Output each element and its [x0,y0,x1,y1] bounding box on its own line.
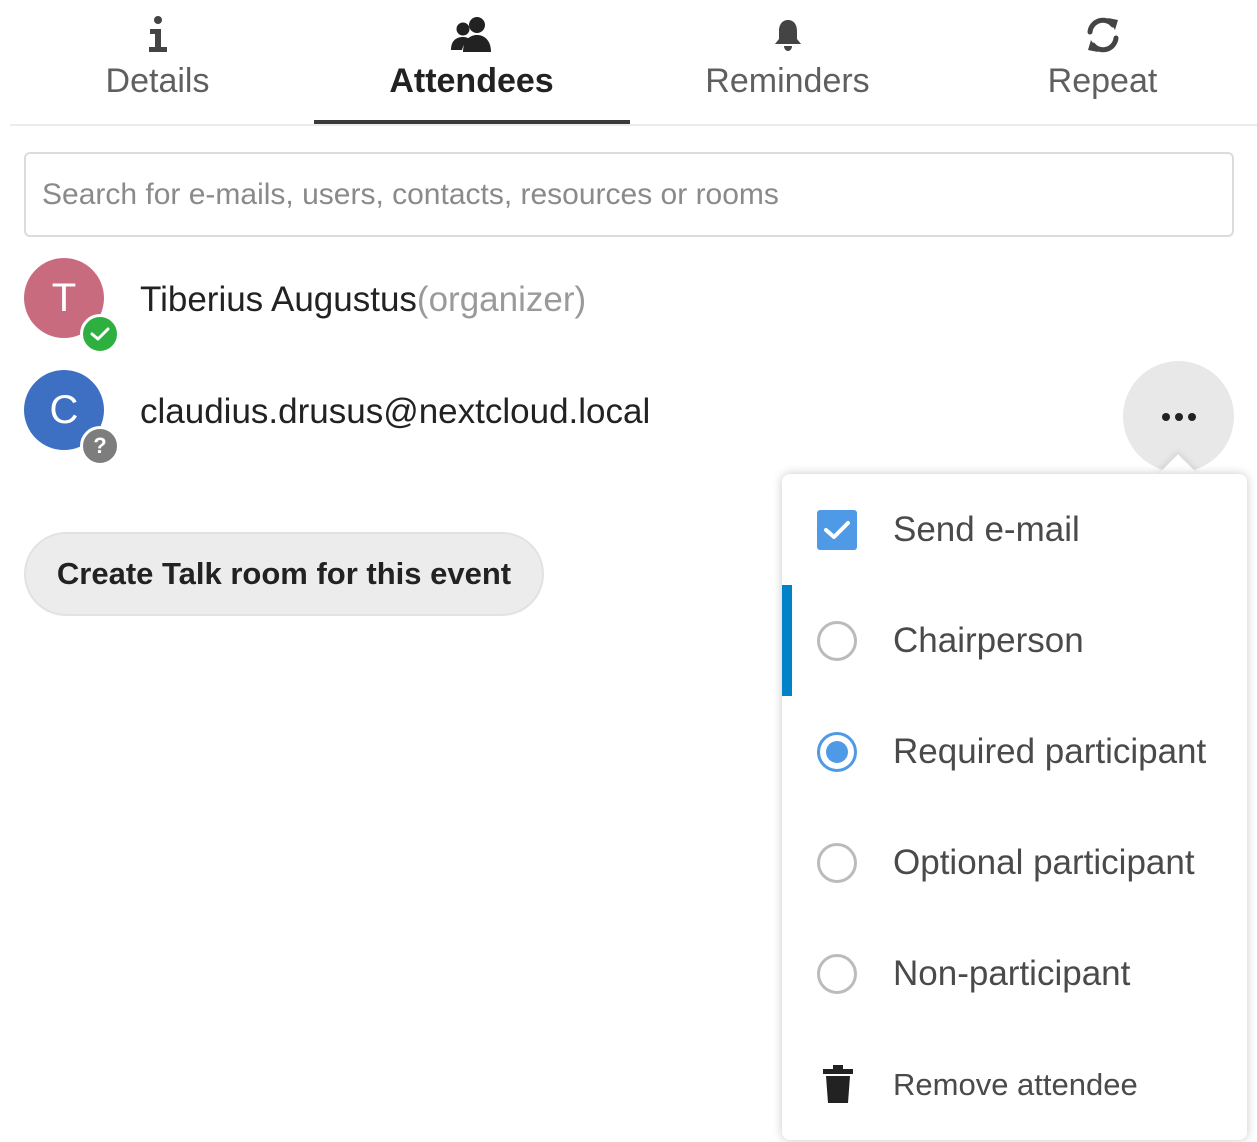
menu-item-label: Remove attendee [893,1067,1138,1102]
attendee-role: (organizer) [416,280,587,319]
attendee-display-name: claudius.drusus@nextcloud.local [140,392,651,431]
unknown-status-icon: ? [80,426,120,466]
attendee-actions-menu: Send e-mail Chairperson Required partici… [782,474,1247,1140]
attendee-search-input[interactable] [26,154,1232,235]
bell-icon [766,14,810,56]
tab-label: Reminders [705,62,870,100]
menu-item-chairperson[interactable]: Chairperson [782,585,1247,696]
menu-item-remove-attendee[interactable]: Remove attendee [782,1029,1247,1140]
tab-label: Repeat [1047,62,1158,100]
tabs-divider [10,124,1257,126]
menu-item-required-participant[interactable]: Required participant [782,696,1247,807]
attendee-row-organizer: T Tiberius Augustus(organizer) [24,258,1234,354]
radio-checked-icon[interactable] [817,732,857,772]
attendee-search [24,152,1234,237]
checkbox-checked-icon[interactable] [817,510,857,550]
tab-repeat[interactable]: Repeat [945,0,1257,125]
tab-details[interactable]: Details [0,0,315,125]
tab-label: Attendees [389,62,554,100]
radio-unchecked-icon[interactable] [817,621,857,661]
attendee-name: Tiberius Augustus(organizer) [140,280,586,320]
radio-unchecked-icon[interactable] [817,954,857,994]
tab-label: Details [105,62,210,100]
radio-unchecked-icon[interactable] [817,843,857,883]
avatar-initial: T [51,275,77,320]
attendee-name: claudius.drusus@nextcloud.local [140,392,650,432]
focus-indicator [782,585,792,696]
menu-item-non-participant[interactable]: Non-participant [782,918,1247,1029]
menu-item-label: Optional participant [893,843,1195,882]
menu-item-optional-participant[interactable]: Optional participant [782,807,1247,918]
info-icon [136,14,180,56]
accepted-status-icon [80,314,120,354]
status-badge-text: ? [93,433,107,458]
menu-item-label: Chairperson [893,621,1084,660]
tab-bar: Details Attendees Reminders Repeat [0,0,1257,126]
more-icon [1161,412,1196,421]
menu-item-label: Required participant [893,732,1207,771]
repeat-icon [1081,14,1125,56]
people-icon [450,14,494,56]
trash-icon [820,1063,856,1105]
menu-item-label: Non-participant [893,954,1131,993]
tab-reminders[interactable]: Reminders [630,0,945,125]
tab-attendees[interactable]: Attendees [314,0,629,125]
avatar-initial: C [49,387,79,432]
menu-item-send-email[interactable]: Send e-mail [782,474,1247,585]
menu-item-label: Send e-mail [893,510,1080,549]
create-talk-room-button[interactable]: Create Talk room for this event [24,532,544,616]
attendee-row-claudius: C ? claudius.drusus@nextcloud.local [24,370,1234,466]
attendee-display-name: Tiberius Augustus [140,280,417,319]
